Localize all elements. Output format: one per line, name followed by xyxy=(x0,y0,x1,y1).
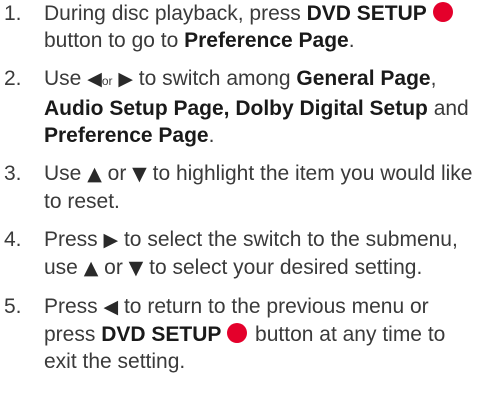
dvd-setup-label: DVD SETUP xyxy=(306,2,427,25)
up-arrow-icon: ▲ xyxy=(83,257,99,279)
step-text: Press xyxy=(44,295,104,318)
red-circle-button-icon xyxy=(432,2,453,22)
left-arrow-icon: ◀ xyxy=(87,68,102,90)
step-2: 2. Use ◀or ▶ to switch among General Pag… xyxy=(4,67,469,147)
dvd-setup-label: DVD SETUP xyxy=(101,323,222,346)
step-number: 1. xyxy=(4,2,22,25)
step-5: 5. Press ◀ to return to the previous men… xyxy=(0,293,488,375)
step-4: 4. Press ▶ to select the switch to the s… xyxy=(0,226,488,282)
left-arrow-icon: ◀ xyxy=(103,296,119,318)
step-text: During disc playback, press xyxy=(44,2,307,25)
step-number: 5. xyxy=(4,295,22,318)
right-arrow-icon: ▶ xyxy=(118,68,133,90)
step-text: to select your desired setting. xyxy=(143,256,423,279)
step-number: 3. xyxy=(4,162,22,185)
up-arrow-icon: ▲ xyxy=(87,163,102,185)
red-circle-button-icon xyxy=(227,323,248,343)
right-arrow-icon: ▶ xyxy=(103,229,119,251)
step-1: 1. During disc playback, press DVD SETUP… xyxy=(0,0,488,54)
preference-page-label: Preference Page xyxy=(44,124,209,147)
down-arrow-icon: ▼ xyxy=(128,257,144,279)
preference-page-label: Preference Page xyxy=(184,29,349,52)
step-text: Use xyxy=(44,67,88,90)
down-arrow-icon: ▼ xyxy=(132,163,147,185)
step-text: to switch among xyxy=(132,67,297,90)
step-text: or xyxy=(101,162,133,185)
step-text: or xyxy=(98,256,129,279)
step-text: Press xyxy=(44,228,104,251)
step-number: 2. xyxy=(4,67,22,90)
step-text: Use xyxy=(44,162,88,185)
step-text: button to go to xyxy=(44,29,185,52)
instruction-steps: 1. During disc playback, press DVD SETUP… xyxy=(0,0,488,375)
or-label: or xyxy=(101,74,113,88)
step-3: 3. Use ▲ or ▼ to highlight the item you … xyxy=(0,160,488,215)
general-page-label: General Page xyxy=(296,67,431,90)
step-number: 4. xyxy=(4,228,22,251)
audio-dolby-setup-label: Audio Setup Page, Dolby Digital Setup xyxy=(44,97,428,120)
